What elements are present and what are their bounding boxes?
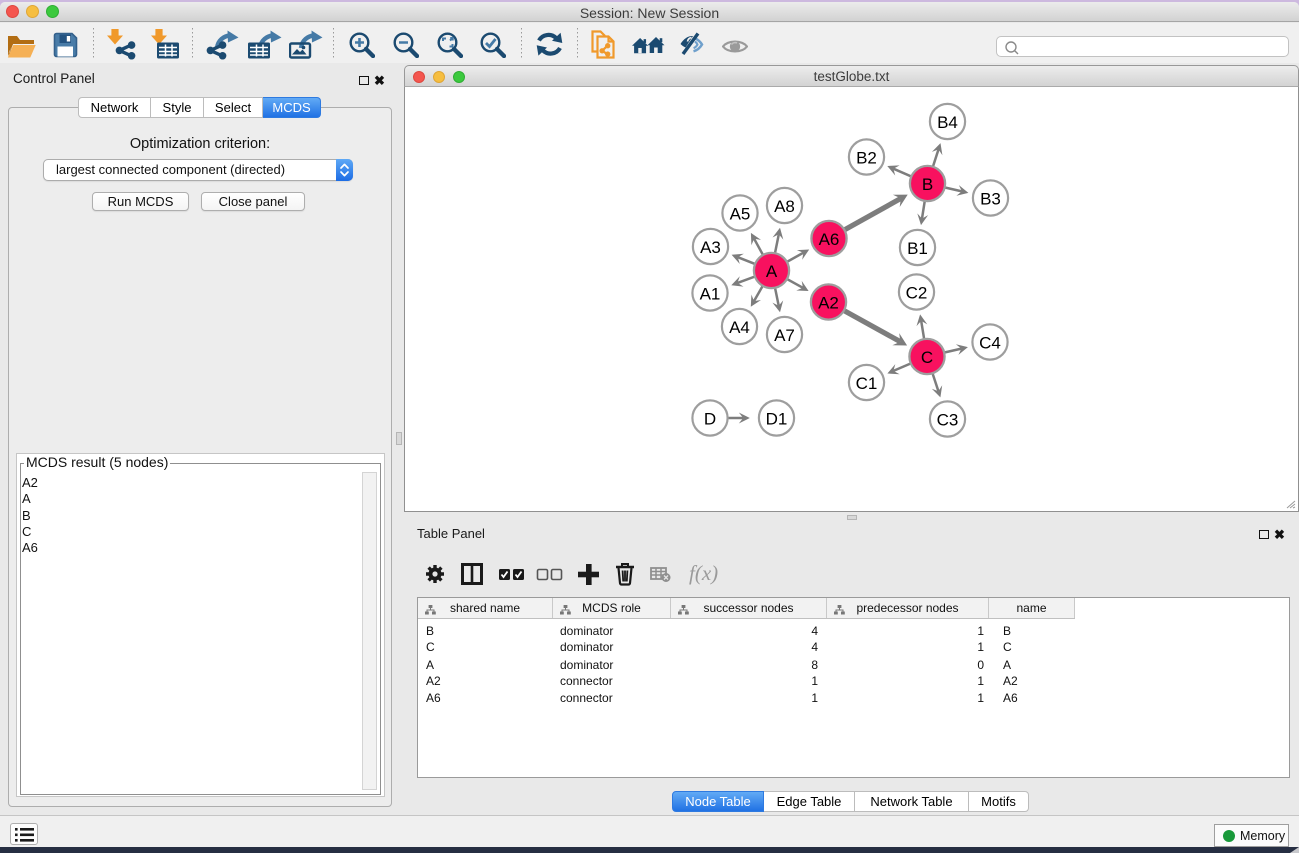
svg-text:B2: B2 [856, 148, 877, 167]
svg-text:A: A [766, 262, 778, 281]
svg-text:A2: A2 [818, 293, 839, 312]
svg-text:C2: C2 [906, 283, 928, 302]
svg-text:D1: D1 [766, 409, 788, 428]
svg-text:D: D [704, 409, 716, 428]
svg-text:A4: A4 [729, 318, 750, 337]
svg-text:C1: C1 [856, 374, 878, 393]
svg-text:C: C [921, 348, 933, 367]
svg-text:B1: B1 [907, 239, 928, 258]
svg-text:A1: A1 [700, 284, 721, 303]
svg-text:C4: C4 [979, 333, 1001, 352]
svg-text:A6: A6 [819, 230, 840, 249]
svg-text:B: B [922, 175, 933, 194]
svg-text:B4: B4 [937, 113, 958, 132]
svg-text:A3: A3 [700, 238, 721, 257]
svg-text:A8: A8 [774, 197, 795, 216]
svg-text:A5: A5 [730, 204, 751, 223]
svg-text:C3: C3 [937, 410, 959, 429]
svg-text:A7: A7 [774, 326, 795, 345]
svg-text:B3: B3 [980, 189, 1001, 208]
